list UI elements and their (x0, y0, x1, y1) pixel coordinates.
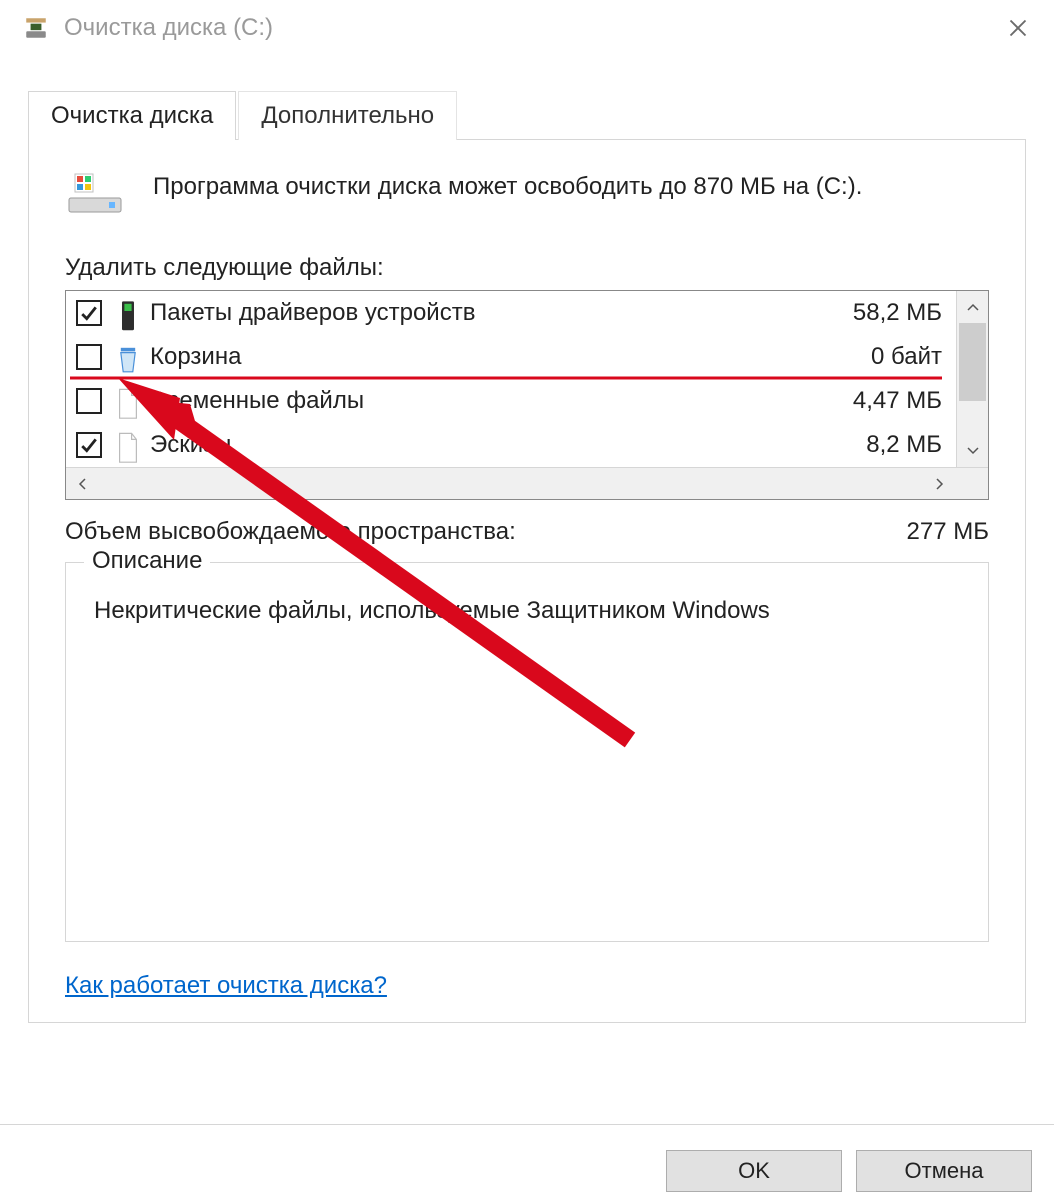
description-legend: Описание (84, 547, 210, 575)
device-icon (116, 299, 140, 327)
summary-text: Программа очистки диска может освободить… (153, 170, 862, 205)
list-item-label: Временные файлы (150, 387, 845, 415)
list-item-size: 4,47 МБ (853, 387, 946, 415)
scroll-track[interactable] (98, 468, 924, 499)
checkbox[interactable] (76, 344, 102, 370)
list-item-label: Эскизы (150, 431, 858, 459)
files-label: Удалить следующие файлы: (65, 254, 989, 282)
checkbox[interactable] (76, 300, 102, 326)
chevron-left-icon (78, 478, 86, 490)
disk-cleanup-icon (22, 14, 50, 42)
totals-row: Объем высвобождаемого пространства: 277 … (65, 518, 989, 546)
file-icon (116, 387, 140, 415)
tab-cleanup-label: Очистка диска (51, 102, 213, 129)
ok-button[interactable]: OK (666, 1150, 842, 1192)
totals-value: 277 МБ (907, 518, 989, 546)
list-item-size: 58,2 МБ (853, 299, 946, 327)
file-icon (116, 431, 140, 459)
scroll-corner (956, 468, 988, 499)
list-item[interactable]: Временные файлы 4,47 МБ (66, 379, 956, 423)
tab-content: Программа очистки диска может освободить… (28, 140, 1026, 1023)
description-groupbox: Описание Некритические файлы, используем… (65, 562, 989, 942)
help-link-label: Как работает очистка диска? (65, 972, 387, 999)
totals-label: Объем высвобождаемого пространства: (65, 518, 516, 546)
scroll-right-button[interactable] (924, 468, 956, 499)
checkbox[interactable] (76, 388, 102, 414)
cancel-button-label: Отмена (905, 1158, 984, 1184)
checkbox[interactable] (76, 432, 102, 458)
file-list: Пакеты драйверов устройств 58,2 МБ Корзи… (65, 290, 989, 500)
file-rows: Пакеты драйверов устройств 58,2 МБ Корзи… (66, 291, 956, 467)
tab-cleanup[interactable]: Очистка диска (28, 91, 236, 140)
list-item-size: 8,2 МБ (866, 431, 946, 459)
chevron-down-icon (967, 447, 979, 455)
cancel-button[interactable]: Отмена (856, 1150, 1032, 1192)
help-link[interactable]: Как работает очистка диска? (65, 972, 387, 1000)
window-title: Очистка диска (C:) (64, 14, 273, 42)
scroll-track[interactable] (957, 323, 988, 435)
list-item[interactable]: Эскизы 8,2 МБ (66, 423, 956, 467)
recycle-bin-icon (116, 343, 140, 371)
summary-row: Программа очистки диска может освободить… (65, 170, 989, 218)
list-item[interactable]: Корзина 0 байт (66, 335, 956, 379)
close-icon (1008, 18, 1028, 38)
scroll-up-button[interactable] (957, 291, 988, 323)
list-item-size: 0 байт (871, 343, 946, 371)
description-text: Некритические файлы, используемые Защитн… (94, 597, 960, 625)
scroll-thumb[interactable] (959, 323, 986, 401)
ok-button-label: OK (738, 1158, 770, 1184)
list-item-label: Корзина (150, 343, 863, 371)
tab-strip: Очистка диска Дополнительно (28, 90, 1026, 140)
titlebar: Очистка диска (C:) (0, 0, 1054, 56)
chevron-up-icon (967, 303, 979, 311)
vertical-scrollbar[interactable] (956, 291, 988, 467)
list-item[interactable]: Пакеты драйверов устройств 58,2 МБ (66, 291, 956, 335)
scroll-down-button[interactable] (957, 435, 988, 467)
tab-advanced[interactable]: Дополнительно (238, 91, 457, 140)
close-button[interactable] (986, 6, 1050, 50)
scroll-left-button[interactable] (66, 468, 98, 499)
dialog-window: Очистка диска (C:) Очистка диска Дополни… (0, 0, 1054, 1200)
button-bar: OK Отмена (0, 1124, 1054, 1200)
list-item-label: Пакеты драйверов устройств (150, 299, 845, 327)
horizontal-scrollbar[interactable] (66, 467, 988, 499)
chevron-right-icon (936, 478, 944, 490)
tab-advanced-label: Дополнительно (261, 102, 434, 129)
drive-icon (65, 170, 125, 218)
